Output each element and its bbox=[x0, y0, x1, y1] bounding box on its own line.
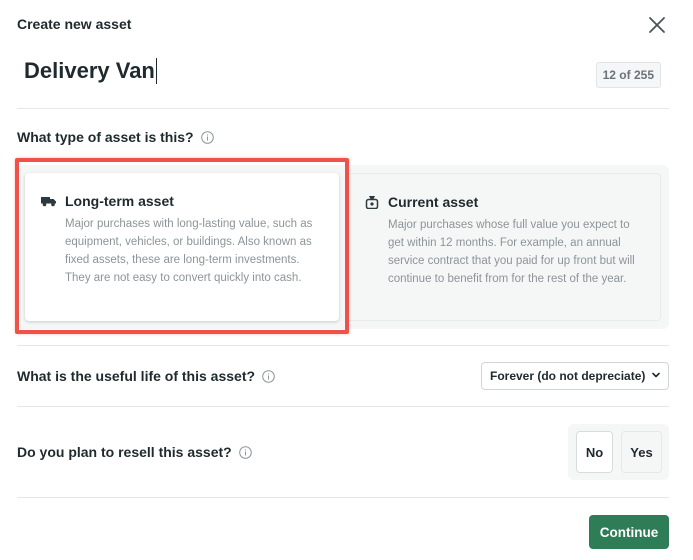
continue-button[interactable]: Continue bbox=[589, 515, 669, 549]
dialog-title: Create new asset bbox=[17, 16, 132, 32]
asset-name-row: Delivery Van 12 of 255 bbox=[17, 52, 669, 96]
divider bbox=[17, 497, 669, 498]
asset-name-value: Delivery Van bbox=[24, 58, 155, 83]
resell-question-label: Do you plan to resell this asset? bbox=[17, 444, 232, 460]
current-asset-label: Current asset bbox=[388, 194, 479, 210]
useful-life-select[interactable]: Forever (do not depreciate) bbox=[481, 362, 669, 390]
asset-type-question: What type of asset is this? bbox=[17, 129, 214, 145]
resell-yes-button[interactable]: Yes bbox=[621, 431, 662, 473]
useful-life-question: What is the useful life of this asset? bbox=[17, 368, 275, 384]
current-asset-title: Current asset bbox=[364, 194, 644, 210]
long-term-asset-option[interactable]: Long-term asset Major purchases with lon… bbox=[25, 173, 339, 321]
useful-life-question-label: What is the useful life of this asset? bbox=[17, 368, 256, 384]
long-term-asset-label: Long-term asset bbox=[65, 193, 174, 209]
resell-no-button[interactable]: No bbox=[576, 431, 613, 473]
character-count-badge: 12 of 255 bbox=[595, 62, 661, 88]
resell-question: Do you plan to resell this asset? bbox=[17, 444, 252, 460]
divider bbox=[17, 345, 669, 346]
divider bbox=[17, 406, 669, 407]
asset-type-question-label: What type of asset is this? bbox=[17, 129, 194, 145]
divider bbox=[17, 108, 669, 109]
create-asset-dialog: Create new asset Delivery Van 12 of 255 … bbox=[0, 0, 693, 560]
info-icon[interactable] bbox=[238, 445, 252, 459]
current-asset-description: Major purchases whose full value you exp… bbox=[388, 219, 635, 285]
info-icon[interactable] bbox=[262, 369, 275, 383]
long-term-asset-description: Major purchases with long-lasting value,… bbox=[65, 218, 313, 284]
resell-toggle-group: No Yes bbox=[568, 424, 669, 480]
asset-name-input[interactable]: Delivery Van bbox=[24, 58, 158, 84]
info-icon[interactable] bbox=[200, 130, 214, 144]
long-term-asset-title: Long-term asset bbox=[41, 193, 323, 209]
text-caret bbox=[155, 58, 158, 84]
current-asset-option[interactable]: Current asset Major purchases whose full… bbox=[347, 173, 661, 321]
useful-life-selected-value: Forever (do not depreciate) bbox=[490, 369, 646, 383]
asset-type-options: Long-term asset Major purchases with lon… bbox=[17, 165, 669, 329]
money-bag-icon bbox=[364, 195, 380, 210]
truck-icon bbox=[41, 194, 57, 208]
chevron-down-icon bbox=[651, 369, 661, 383]
close-icon[interactable] bbox=[645, 13, 669, 37]
